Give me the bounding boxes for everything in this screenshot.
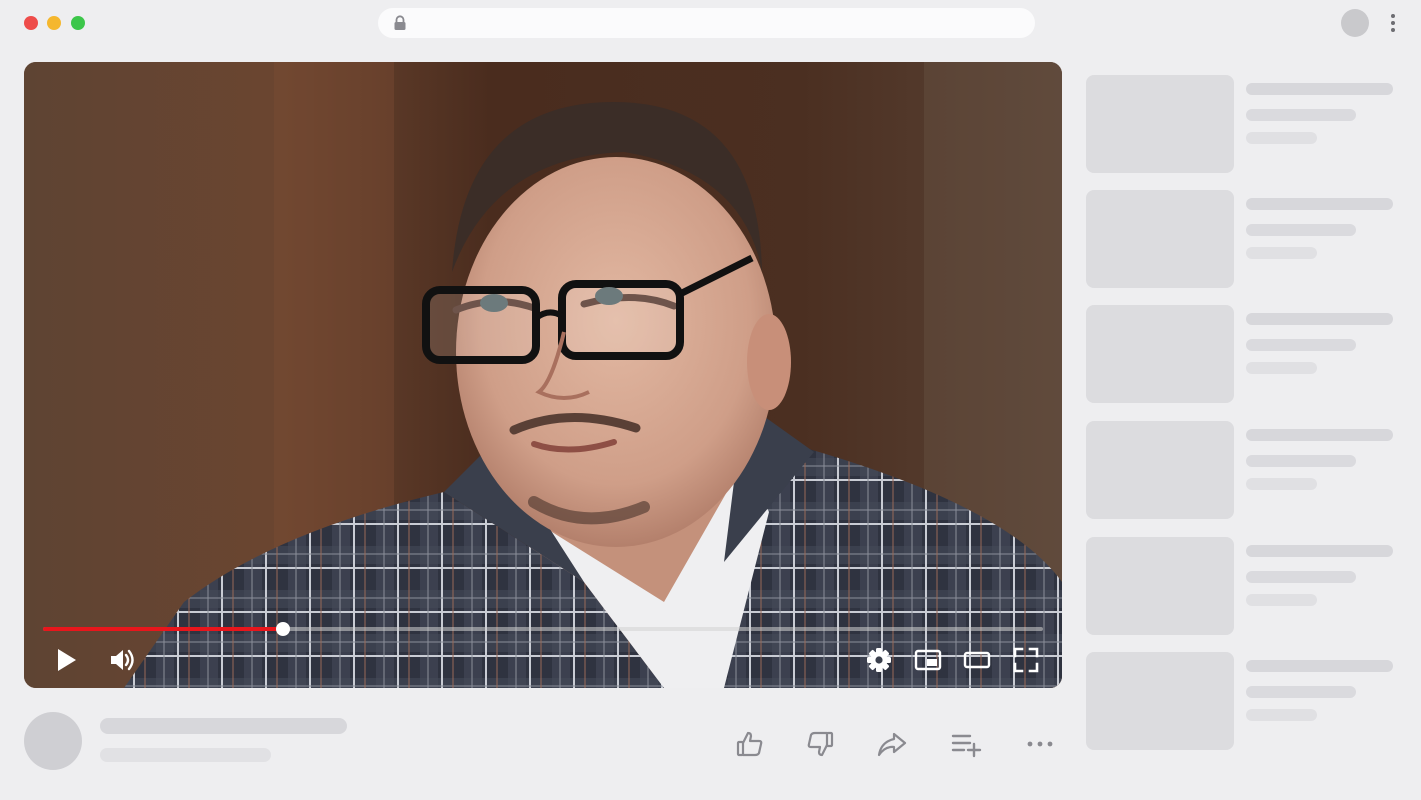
share-icon[interactable] [876, 728, 908, 760]
recommended-video[interactable] [1086, 75, 1406, 175]
like-icon[interactable] [734, 728, 766, 760]
meta-placeholder [1246, 709, 1317, 721]
meta-placeholder [1246, 132, 1317, 144]
more-horizontal-icon[interactable] [1024, 728, 1056, 760]
address-bar[interactable] [378, 8, 1035, 38]
lock-icon [393, 15, 407, 31]
theater-mode-icon[interactable] [962, 645, 992, 675]
volume-icon[interactable] [107, 645, 137, 675]
channel-name-placeholder [100, 748, 271, 762]
title-placeholder [1246, 313, 1393, 325]
channel-placeholder [1246, 109, 1356, 121]
video-frame [24, 62, 1062, 688]
fullscreen-icon[interactable] [1011, 645, 1041, 675]
profile-avatar[interactable] [1341, 9, 1369, 37]
channel-placeholder [1246, 686, 1356, 698]
save-to-playlist-icon[interactable] [950, 728, 982, 760]
recommended-video[interactable] [1086, 537, 1406, 637]
meta-placeholder [1246, 594, 1317, 606]
video-title-placeholder [100, 718, 347, 734]
channel-avatar[interactable] [24, 712, 82, 770]
title-placeholder [1246, 660, 1393, 672]
more-vertical-icon[interactable] [1387, 12, 1399, 34]
dislike-icon[interactable] [804, 728, 836, 760]
video-thumbnail-placeholder[interactable] [1086, 75, 1234, 173]
title-placeholder [1246, 545, 1393, 557]
window-maximize-button[interactable] [71, 16, 85, 30]
progress-played [43, 627, 283, 631]
title-placeholder [1246, 198, 1393, 210]
channel-placeholder [1246, 455, 1356, 467]
video-thumbnail-placeholder[interactable] [1086, 537, 1234, 635]
channel-placeholder [1246, 224, 1356, 236]
recommended-video[interactable] [1086, 305, 1406, 405]
miniplayer-icon[interactable] [913, 645, 943, 675]
video-thumbnail-placeholder[interactable] [1086, 421, 1234, 519]
meta-placeholder [1246, 478, 1317, 490]
video-thumbnail-placeholder[interactable] [1086, 652, 1234, 750]
progress-bar[interactable] [43, 622, 1043, 636]
recommended-video[interactable] [1086, 190, 1406, 290]
play-icon[interactable] [51, 645, 81, 675]
channel-placeholder [1246, 339, 1356, 351]
title-placeholder [1246, 83, 1393, 95]
recommended-video[interactable] [1086, 652, 1406, 752]
settings-icon[interactable] [864, 645, 894, 675]
browser-top-bar [0, 0, 1421, 46]
recommended-video[interactable] [1086, 421, 1406, 521]
video-thumbnail-placeholder[interactable] [1086, 190, 1234, 288]
progress-scrubber[interactable] [276, 622, 290, 636]
meta-placeholder [1246, 247, 1317, 259]
video-player[interactable] [24, 62, 1062, 688]
channel-placeholder [1246, 571, 1356, 583]
window-minimize-button[interactable] [47, 16, 61, 30]
meta-placeholder [1246, 362, 1317, 374]
window-close-button[interactable] [24, 16, 38, 30]
title-placeholder [1246, 429, 1393, 441]
video-thumbnail-placeholder[interactable] [1086, 305, 1234, 403]
